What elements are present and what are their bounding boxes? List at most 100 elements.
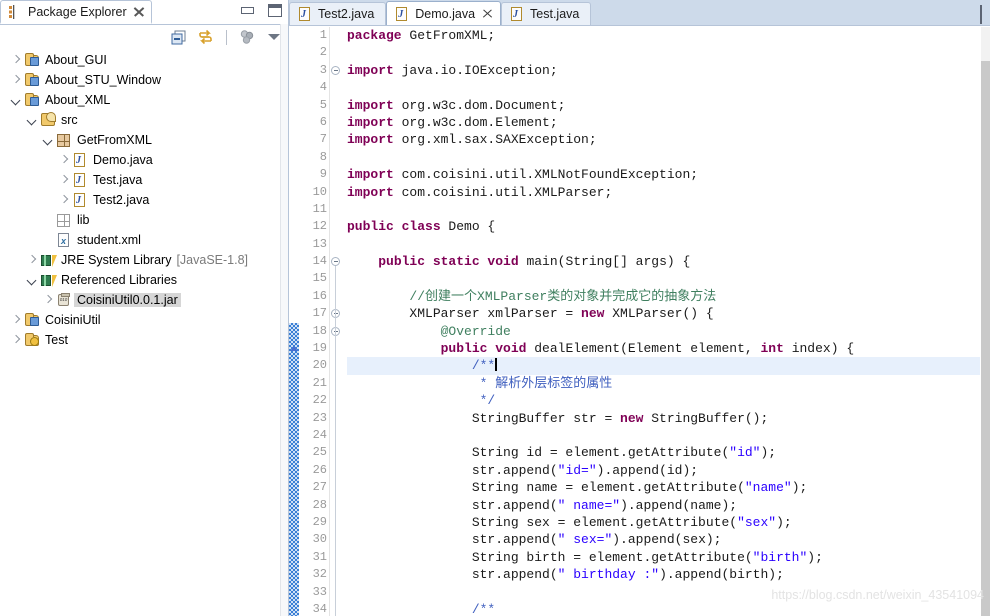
code-line[interactable]: public static void main(String[] args) { bbox=[347, 253, 990, 270]
chevron-right-icon[interactable] bbox=[56, 152, 72, 168]
annotation-ruler[interactable] bbox=[289, 27, 299, 616]
minimize-icon[interactable] bbox=[980, 5, 982, 24]
line-number: 25 bbox=[312, 445, 327, 460]
scrollbar-thumb[interactable] bbox=[981, 61, 990, 616]
tree-item-about-gui[interactable]: About_GUI bbox=[0, 50, 280, 70]
code-line[interactable]: str.append("id=").append(id); bbox=[347, 462, 990, 479]
code-line[interactable]: //创建一个XMLParser类的对象并完成它的抽象方法 bbox=[347, 288, 990, 305]
code-line[interactable]: StringBuffer str = new StringBuffer(); bbox=[347, 410, 990, 427]
tree-item-getfromxml[interactable]: GetFromXML bbox=[0, 130, 280, 150]
chevron-right-icon[interactable] bbox=[8, 52, 24, 68]
tree-item-lib[interactable]: lib bbox=[0, 210, 280, 230]
tree-item-about-xml[interactable]: About_XML bbox=[0, 90, 280, 110]
line-number: 20 bbox=[312, 358, 327, 373]
code-line[interactable]: String id = element.getAttribute("id"); bbox=[347, 444, 990, 461]
code-line[interactable]: import org.xml.sax.SAXException; bbox=[347, 131, 990, 148]
code-line[interactable] bbox=[347, 79, 990, 96]
code-line[interactable] bbox=[347, 44, 990, 61]
line-number: 4 bbox=[319, 80, 327, 95]
collapse-all-icon[interactable] bbox=[170, 29, 187, 46]
code-text-area[interactable]: package GetFromXML; import java.io.IOExc… bbox=[341, 27, 990, 616]
code-line[interactable]: str.append(" sex=").append(sex); bbox=[347, 531, 990, 548]
tree-item-demo-java[interactable]: Demo.java bbox=[0, 150, 280, 170]
chevron-right-icon[interactable] bbox=[40, 292, 56, 308]
line-number: 17 bbox=[312, 306, 327, 321]
code-line[interactable]: String sex = element.getAttribute("sex")… bbox=[347, 514, 990, 531]
tree-item-label: About_STU_Window bbox=[45, 73, 162, 87]
tree-item-suffix: [JavaSE-1.8] bbox=[176, 253, 249, 267]
chevron-right-icon[interactable] bbox=[56, 192, 72, 208]
close-icon[interactable] bbox=[482, 8, 493, 19]
tree-item-about-stu-window[interactable]: About_STU_Window bbox=[0, 70, 280, 90]
tree-item-jre-system-library[interactable]: JRE System Library [JavaSE-1.8] bbox=[0, 250, 280, 270]
code-line[interactable]: import com.coisini.util.XMLNotFoundExcep… bbox=[347, 166, 990, 183]
explorer-divider bbox=[280, 24, 288, 616]
editor-tab-bar: Test2.java Demo.java Test.java bbox=[289, 0, 990, 26]
tree-item-src[interactable]: src bbox=[0, 110, 280, 130]
editor-vertical-scrollbar[interactable] bbox=[980, 27, 990, 616]
chevron-down-icon[interactable] bbox=[40, 132, 56, 148]
tree-item-coisiniutil[interactable]: CoisiniUtil bbox=[0, 310, 280, 330]
tree-item-test[interactable]: Test bbox=[0, 330, 280, 350]
editor-tab-label: Demo.java bbox=[415, 6, 476, 21]
code-line[interactable]: /** bbox=[347, 357, 990, 375]
code-line[interactable] bbox=[347, 270, 990, 287]
code-line[interactable]: package GetFromXML; bbox=[347, 27, 990, 44]
chevron-down-icon[interactable] bbox=[24, 112, 40, 128]
close-icon[interactable] bbox=[133, 6, 145, 18]
chevron-right-icon[interactable] bbox=[24, 252, 40, 268]
line-number: 8 bbox=[319, 149, 327, 164]
chevron-right-icon[interactable] bbox=[8, 312, 24, 328]
code-line[interactable]: import java.io.IOException; bbox=[347, 62, 990, 79]
editor-tab-test2-java[interactable]: Test2.java bbox=[289, 2, 387, 25]
code-line[interactable]: import org.w3c.dom.Element; bbox=[347, 114, 990, 131]
fold-collapse-icon[interactable] bbox=[331, 257, 340, 267]
code-line[interactable] bbox=[347, 149, 990, 166]
line-number: 19 bbox=[312, 341, 327, 356]
chevron-down-icon[interactable] bbox=[268, 34, 280, 40]
view-menu-icon[interactable] bbox=[239, 29, 256, 46]
code-line[interactable]: public void dealElement(Element element,… bbox=[347, 340, 990, 357]
code-line[interactable]: @Override bbox=[347, 323, 990, 340]
code-line[interactable]: import org.w3c.dom.Document; bbox=[347, 97, 990, 114]
line-number: 15 bbox=[312, 271, 327, 286]
code-line[interactable]: import com.coisini.util.XMLParser; bbox=[347, 184, 990, 201]
code-line[interactable] bbox=[347, 201, 990, 218]
code-line[interactable] bbox=[347, 584, 990, 601]
code-line[interactable] bbox=[347, 236, 990, 253]
code-line[interactable]: * 解析外层标签的属性 bbox=[347, 375, 990, 392]
chevron-right-icon[interactable] bbox=[8, 72, 24, 88]
code-line[interactable]: public class Demo { bbox=[347, 218, 990, 235]
package-explorer-tab[interactable]: Package Explorer bbox=[0, 0, 152, 24]
code-line[interactable]: XMLParser xmlParser = new XMLParser() { bbox=[347, 305, 990, 322]
chevron-down-icon[interactable] bbox=[8, 92, 24, 108]
chevron-right-icon[interactable] bbox=[56, 172, 72, 188]
tree-item-student-xml[interactable]: student.xml bbox=[0, 230, 280, 250]
code-line[interactable]: */ bbox=[347, 392, 990, 409]
code-line[interactable] bbox=[347, 427, 990, 444]
code-line[interactable]: String birth = element.getAttribute("bir… bbox=[347, 549, 990, 566]
line-number: 26 bbox=[312, 462, 327, 477]
editor-tab-test-java[interactable]: Test.java bbox=[501, 2, 592, 25]
tree-item-label: JRE System Library bbox=[61, 253, 172, 267]
code-line[interactable]: /** bbox=[347, 601, 990, 616]
maximize-icon[interactable] bbox=[268, 4, 282, 17]
minimize-icon[interactable] bbox=[241, 7, 254, 14]
code-line[interactable]: String name = element.getAttribute("name… bbox=[347, 479, 990, 496]
editor-tab-demo-java[interactable]: Demo.java bbox=[386, 1, 502, 25]
chevron-down-icon[interactable] bbox=[24, 272, 40, 288]
fold-collapse-icon[interactable] bbox=[331, 65, 340, 75]
code-line[interactable]: str.append(" birthday :").append(birth); bbox=[347, 566, 990, 583]
folding-ruler[interactable] bbox=[329, 27, 341, 616]
tree-item-referenced-libraries[interactable]: Referenced Libraries bbox=[0, 270, 280, 290]
chevron-right-icon[interactable] bbox=[8, 332, 24, 348]
java-file-icon bbox=[72, 152, 88, 168]
code-line[interactable]: str.append(" name=").append(name); bbox=[347, 497, 990, 514]
tree-item-test2-java[interactable]: Test2.java bbox=[0, 190, 280, 210]
project-folder-icon bbox=[24, 72, 40, 88]
link-with-editor-icon[interactable] bbox=[197, 29, 214, 46]
tree-item-test-java[interactable]: Test.java bbox=[0, 170, 280, 190]
tree-item-coisiniutil0-0-1-jar[interactable]: CoisiniUtil0.0.1.jar bbox=[0, 290, 280, 310]
project-tree[interactable]: About_GUI About_STU_Window About_XML src Get… bbox=[0, 50, 280, 616]
